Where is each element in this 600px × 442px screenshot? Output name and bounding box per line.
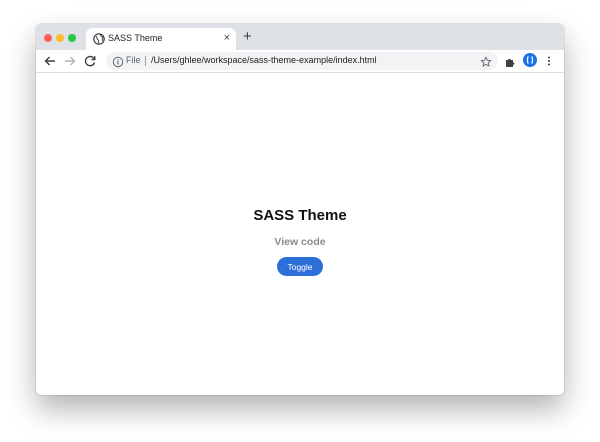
info-icon[interactable] [112, 55, 124, 68]
browser-toolbar: File /Users/ghlee/workspace/sass-theme-e… [36, 50, 564, 73]
new-tab-button[interactable]: + [243, 29, 252, 45]
page-title: SASS Theme [253, 207, 347, 224]
forward-arrow-icon[interactable] [63, 54, 77, 68]
page-content: SASS Theme View code Toggle [36, 74, 564, 395]
close-tab-icon[interactable]: × [224, 31, 230, 45]
browser-tab[interactable]: SASS Theme × [86, 28, 236, 50]
reload-icon[interactable] [83, 54, 97, 68]
maximize-window-button[interactable] [68, 34, 76, 42]
view-code-link[interactable]: View code [36, 236, 564, 248]
url-text[interactable]: /Users/ghlee/workspace/sass-theme-exampl… [151, 55, 377, 65]
back-arrow-icon[interactable] [43, 54, 57, 68]
extensions-puzzle-icon[interactable] [504, 55, 516, 67]
tab-strip: SASS Theme × + [36, 24, 564, 50]
globe-icon [93, 32, 105, 45]
star-icon[interactable] [480, 55, 492, 67]
address-bar[interactable]: File /Users/ghlee/workspace/sass-theme-e… [106, 52, 498, 70]
profile-avatar-icon[interactable] [523, 53, 537, 67]
toggle-button[interactable]: Toggle [277, 257, 323, 276]
address-divider [145, 56, 146, 66]
minimize-window-button[interactable] [56, 34, 64, 42]
more-vert-icon[interactable] [546, 54, 552, 68]
tab-title: SASS Theme [108, 33, 163, 43]
browser-window: SASS Theme × + File /Users/ghlee/workspa… [36, 24, 564, 395]
close-window-button[interactable] [44, 34, 52, 42]
scheme-label: File [126, 55, 141, 65]
